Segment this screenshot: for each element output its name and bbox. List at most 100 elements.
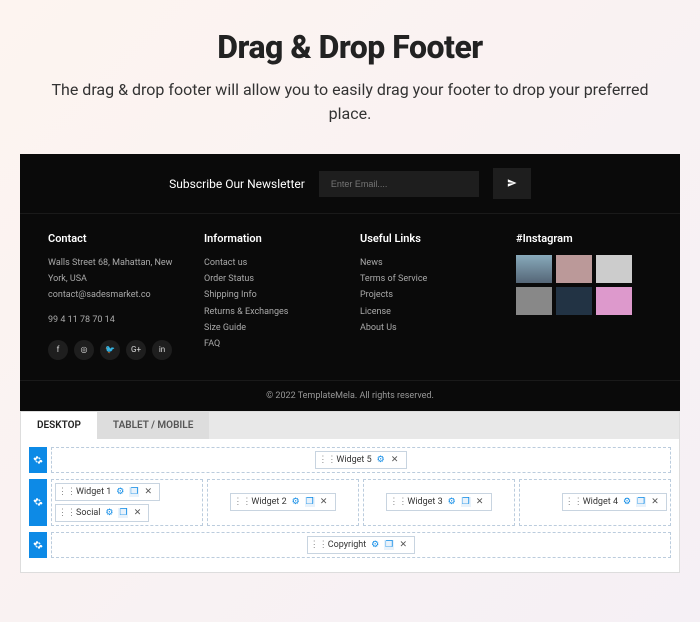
- info-link[interactable]: Contact us: [204, 255, 340, 271]
- builder-cell[interactable]: ⋮⋮ Widget 4 ⚙ ❐ ✕: [519, 479, 671, 526]
- instagram-thumb[interactable]: [516, 287, 552, 315]
- widget-label: Widget 1: [76, 487, 111, 497]
- widget-block[interactable]: ⋮⋮ Social ⚙ ❐ ✕: [55, 504, 149, 522]
- info-link[interactable]: Returns & Exchanges: [204, 304, 340, 320]
- widget-label: Widget 3: [407, 497, 442, 507]
- duplicate-icon[interactable]: ❐: [461, 497, 471, 507]
- builder-cell[interactable]: ⋮⋮ Widget 2 ⚙ ❐ ✕: [207, 479, 359, 526]
- builder-row: ⋮⋮ Copyright ⚙ ❐ ✕: [29, 532, 671, 558]
- row-settings-button[interactable]: [29, 532, 47, 558]
- instagram-heading: #Instagram: [516, 232, 652, 245]
- widget-label: Widget 2: [251, 497, 286, 507]
- drag-icon: ⋮⋮: [322, 455, 332, 465]
- instagram-thumb[interactable]: [596, 255, 632, 283]
- builder-cell[interactable]: ⋮⋮ Widget 5 ⚙ ✕: [51, 447, 671, 473]
- info-link[interactable]: Shipping Info: [204, 287, 340, 303]
- drag-icon: ⋮⋮: [569, 497, 579, 507]
- newsletter-bar: Subscribe Our Newsletter: [20, 154, 680, 214]
- useful-link[interactable]: News: [360, 255, 496, 271]
- gear-icon[interactable]: ⚙: [370, 540, 380, 550]
- googleplus-icon[interactable]: G+: [126, 340, 146, 360]
- builder-row: ⋮⋮ Widget 5 ⚙ ✕: [29, 447, 671, 473]
- widget-label: Social: [76, 508, 100, 518]
- close-icon[interactable]: ✕: [390, 455, 400, 465]
- close-icon[interactable]: ✕: [132, 508, 142, 518]
- close-icon[interactable]: ✕: [143, 487, 153, 497]
- useful-link[interactable]: Projects: [360, 287, 496, 303]
- footer-col-information: Information Contact us Order Status Ship…: [204, 232, 340, 360]
- gear-icon[interactable]: ⚙: [115, 487, 125, 497]
- footer-col-useful: Useful Links News Terms of Service Proje…: [360, 232, 496, 360]
- builder-cell[interactable]: ⋮⋮ Copyright ⚙ ❐ ✕: [51, 532, 671, 558]
- builder-cell[interactable]: ⋮⋮ Widget 1 ⚙ ❐ ✕ ⋮⋮ Social ⚙ ❐ ✕: [51, 479, 203, 526]
- duplicate-icon[interactable]: ❐: [384, 540, 394, 550]
- drag-icon: ⋮⋮: [314, 540, 324, 550]
- useful-heading: Useful Links: [360, 232, 496, 245]
- widget-label: Widget 4: [583, 497, 618, 507]
- drag-icon: ⋮⋮: [237, 497, 247, 507]
- duplicate-icon[interactable]: ❐: [118, 508, 128, 518]
- contact-email: contact@sadesmarket.co: [48, 287, 184, 303]
- drag-icon: ⋮⋮: [62, 508, 72, 518]
- widget-label: Copyright: [328, 540, 366, 550]
- duplicate-icon[interactable]: ❐: [305, 497, 315, 507]
- row-settings-button[interactable]: [29, 447, 47, 473]
- contact-address: Walls Street 68, Mahattan, New York, USA: [48, 255, 184, 287]
- builder-row: ⋮⋮Widget 1⚙❐✕ ⋮⋮Social⚙❐✕ ⋮⋮Widget 2⚙❐✕ …: [29, 479, 671, 526]
- gear-icon[interactable]: ⚙: [376, 455, 386, 465]
- contact-phone: 99 4 11 78 70 14: [48, 312, 184, 328]
- instagram-icon[interactable]: ◎: [74, 340, 94, 360]
- info-link[interactable]: Size Guide: [204, 320, 340, 336]
- newsletter-label: Subscribe Our Newsletter: [169, 177, 305, 191]
- twitter-icon[interactable]: 🐦: [100, 340, 120, 360]
- tab-desktop[interactable]: DESKTOP: [21, 412, 97, 439]
- drag-icon: ⋮⋮: [62, 487, 72, 497]
- send-icon: [507, 178, 517, 188]
- duplicate-icon[interactable]: ❐: [636, 497, 646, 507]
- row-settings-button[interactable]: [29, 479, 47, 526]
- page-subtitle: The drag & drop footer will allow you to…: [50, 78, 650, 126]
- linkedin-icon[interactable]: in: [152, 340, 172, 360]
- useful-link[interactable]: Terms of Service: [360, 271, 496, 287]
- newsletter-email-input[interactable]: [319, 171, 479, 197]
- widget-block[interactable]: ⋮⋮ Widget 5 ⚙ ✕: [315, 451, 406, 469]
- close-icon[interactable]: ✕: [398, 540, 408, 550]
- widget-block[interactable]: ⋮⋮ Widget 3 ⚙ ❐ ✕: [386, 493, 491, 511]
- gear-icon[interactable]: ⚙: [622, 497, 632, 507]
- copyright-text: © 2022 TemplateMela. All rights reserved…: [20, 380, 680, 411]
- device-tabs: DESKTOP TABLET / MOBILE: [21, 412, 679, 439]
- instagram-thumb[interactable]: [556, 255, 592, 283]
- info-link[interactable]: Order Status: [204, 271, 340, 287]
- builder-cell[interactable]: ⋮⋮ Widget 3 ⚙ ❐ ✕: [363, 479, 515, 526]
- instagram-thumb[interactable]: [556, 287, 592, 315]
- useful-link[interactable]: About Us: [360, 320, 496, 336]
- footer-col-contact: Contact Walls Street 68, Mahattan, New Y…: [48, 232, 184, 360]
- contact-heading: Contact: [48, 232, 184, 245]
- page-title: Drag & Drop Footer: [50, 28, 650, 66]
- widget-block[interactable]: ⋮⋮ Widget 1 ⚙ ❐ ✕: [55, 483, 160, 501]
- gear-icon[interactable]: ⚙: [291, 497, 301, 507]
- instagram-thumb[interactable]: [516, 255, 552, 283]
- facebook-icon[interactable]: f: [48, 340, 68, 360]
- tab-mobile[interactable]: TABLET / MOBILE: [97, 412, 209, 439]
- information-heading: Information: [204, 232, 340, 245]
- widget-block[interactable]: ⋮⋮ Copyright ⚙ ❐ ✕: [307, 536, 415, 554]
- widget-block[interactable]: ⋮⋮ Widget 2 ⚙ ❐ ✕: [230, 493, 335, 511]
- info-link[interactable]: FAQ: [204, 336, 340, 352]
- instagram-grid: [516, 255, 652, 315]
- drag-icon: ⋮⋮: [393, 497, 403, 507]
- gear-icon[interactable]: ⚙: [447, 497, 457, 507]
- newsletter-submit-button[interactable]: [493, 168, 531, 199]
- close-icon[interactable]: ✕: [475, 497, 485, 507]
- useful-link[interactable]: License: [360, 304, 496, 320]
- footer-preview: Subscribe Our Newsletter Contact Walls S…: [20, 154, 680, 411]
- gear-icon[interactable]: ⚙: [104, 508, 114, 518]
- close-icon[interactable]: ✕: [650, 497, 660, 507]
- instagram-thumb[interactable]: [596, 287, 632, 315]
- widget-label: Widget 5: [336, 455, 371, 465]
- footer-col-instagram: #Instagram: [516, 232, 652, 360]
- widget-block[interactable]: ⋮⋮ Widget 4 ⚙ ❐ ✕: [562, 493, 667, 511]
- duplicate-icon[interactable]: ❐: [129, 487, 139, 497]
- close-icon[interactable]: ✕: [319, 497, 329, 507]
- footer-builder: DESKTOP TABLET / MOBILE ⋮⋮ Widget 5 ⚙ ✕ ⋮⋮ W…: [20, 411, 680, 573]
